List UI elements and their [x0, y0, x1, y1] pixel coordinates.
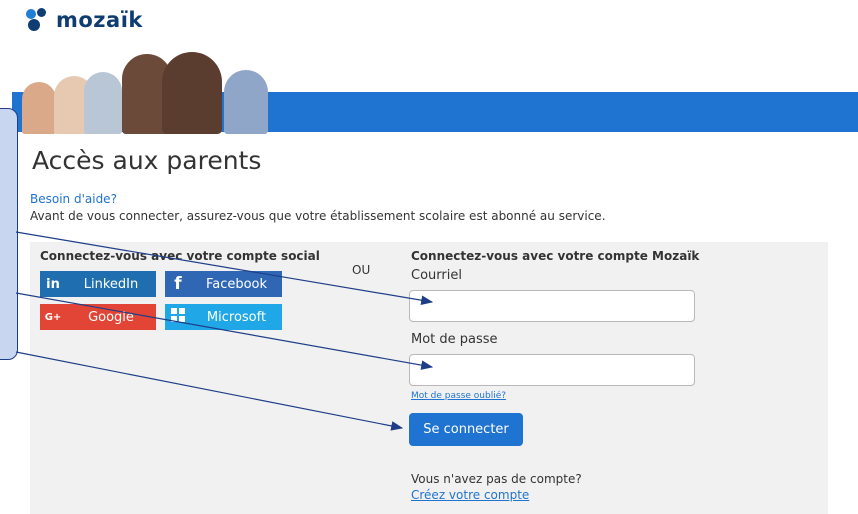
arrow-to-email	[15, 231, 434, 305]
annotation-arrows	[15, 231, 434, 431]
arrow-to-sign-in	[15, 351, 404, 431]
arrow-to-password	[15, 292, 434, 370]
